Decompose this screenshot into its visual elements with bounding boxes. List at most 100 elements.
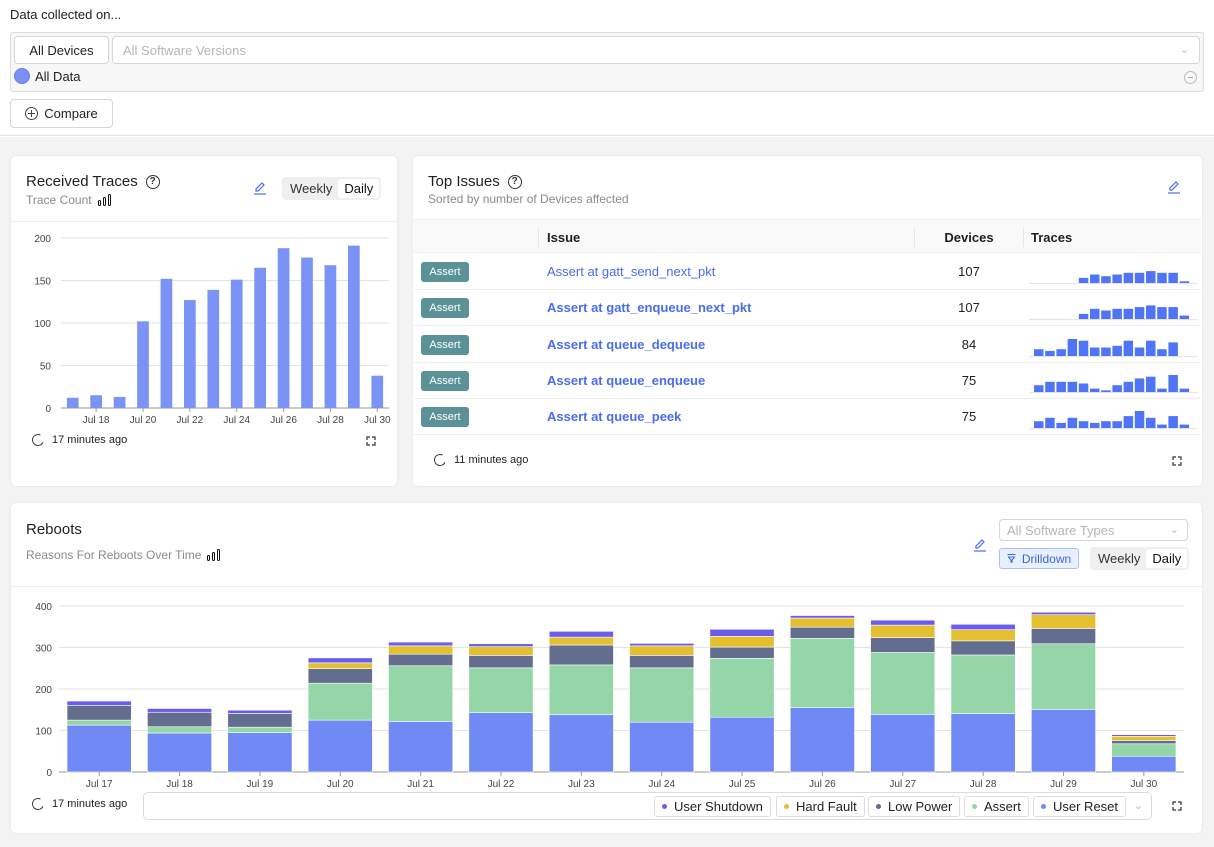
legend-item[interactable]: User Reset [1033, 796, 1127, 817]
chevron-down-icon[interactable]: ⌄ [1134, 799, 1143, 812]
issue-row[interactable]: Assert Assert at queue_enqueue 75 [414, 363, 1201, 399]
toggle-weekly[interactable]: Weekly [1092, 549, 1146, 568]
reboot-bar-user-reset [1111, 755, 1177, 773]
sparkline-bar [1134, 378, 1145, 392]
filter-box: All Devices All Software Versions ⌄ All … [10, 32, 1204, 92]
issues-refresh: 11 minutes ago [432, 452, 528, 468]
edit-icon[interactable] [253, 181, 267, 195]
legend-item[interactable]: Low Power [868, 796, 961, 817]
reboot-bar-hard-fault [468, 646, 534, 656]
sparkline-bar [1112, 274, 1122, 283]
sparkline-bar [1045, 417, 1055, 429]
issue-row[interactable]: Assert Assert at gatt_send_next_pkt 107 [414, 254, 1201, 290]
reboot-bar-low-power [147, 711, 212, 728]
legend-dot [662, 804, 667, 809]
sparkline-bar [1034, 385, 1044, 392]
expand-icon[interactable] [366, 436, 376, 446]
reboot-bar-assert [307, 682, 373, 721]
sparkline-bar [1045, 350, 1055, 356]
reboot-bar-assert [1031, 643, 1096, 710]
sparkline-bar [1146, 340, 1156, 356]
reboots-subtitle-text: Reasons For Reboots Over Time [26, 548, 202, 562]
column-traces[interactable]: Traces [1031, 230, 1072, 245]
reboot-bar-user-reset [870, 714, 936, 773]
legend-item[interactable]: Hard Fault [776, 796, 865, 817]
reboot-bar-hard-fault [307, 662, 373, 669]
issue-type-badge: Assert [421, 370, 469, 391]
all-devices-button[interactable]: All Devices [14, 36, 109, 64]
issue-link[interactable]: Assert at queue_enqueue [547, 373, 705, 388]
sparkline-bar [1112, 309, 1122, 320]
refresh-icon[interactable] [30, 432, 46, 448]
software-types-select[interactable]: All Software Types ⌄ [999, 519, 1188, 541]
issue-row[interactable]: Assert Assert at queue_dequeue 84 [414, 327, 1201, 363]
sparkline-bar [1056, 348, 1066, 356]
issue-type-badge: Assert [421, 262, 469, 282]
expand-icon[interactable] [1172, 801, 1182, 811]
traces-sparkline [1029, 374, 1197, 393]
reboots-refresh: 17 minutes ago [30, 796, 127, 812]
reboot-bar-user-shutdown [629, 643, 695, 647]
sparkline-bar [1168, 307, 1178, 320]
sparkline-bar [1168, 272, 1178, 283]
column-devices[interactable]: Devices [914, 230, 1024, 245]
trace-bar [90, 395, 102, 408]
sparkline-bar [1112, 385, 1122, 392]
edit-icon[interactable] [973, 538, 987, 552]
reboot-bar-hard-fault [388, 645, 454, 655]
issue-row[interactable]: Assert Assert at queue_peek 75 [414, 399, 1201, 436]
reboot-bar-low-power [629, 655, 695, 669]
x-tick-label: Jul 18 [166, 779, 193, 790]
device-count: 107 [958, 300, 980, 316]
chart-type-icon[interactable] [97, 194, 112, 206]
sparkline-bar [1123, 381, 1134, 392]
expand-icon[interactable] [1172, 456, 1182, 466]
traces-interval-toggle: Weekly Daily [282, 177, 382, 200]
x-tick-label: Jul 26 [809, 779, 836, 790]
issue-row[interactable]: Assert Assert at gatt_enqueue_next_pkt 107 [414, 290, 1201, 327]
toggle-daily[interactable]: Daily [338, 179, 380, 198]
chart-type-icon[interactable] [207, 549, 221, 561]
reboot-bar-hard-fault [1111, 736, 1177, 741]
sparkline-bar [1157, 307, 1167, 320]
issue-link[interactable]: Assert at gatt_enqueue_next_pkt [547, 300, 751, 315]
sparkline-bar [1179, 281, 1190, 283]
reboot-bar-low-power [227, 713, 293, 728]
x-tick-label: Jul 28 [317, 415, 344, 426]
reboot-bar-assert [709, 657, 775, 718]
reboot-bar-low-power [468, 655, 534, 669]
sparkline-bar [1101, 347, 1111, 356]
trace-bar [324, 265, 337, 408]
issue-link[interactable]: Assert at gatt_send_next_pkt [547, 264, 715, 279]
sparkline-bar [1034, 421, 1044, 429]
legend-dot [1041, 804, 1046, 809]
x-tick-label: Jul 17 [86, 779, 113, 790]
legend-label: Hard Fault [796, 799, 857, 814]
x-tick-label: Jul 18 [83, 415, 110, 426]
reboot-bar-low-power [388, 653, 454, 667]
software-versions-select[interactable]: All Software Versions ⌄ [112, 36, 1200, 64]
help-icon[interactable]: ? [145, 174, 160, 189]
refresh-icon[interactable] [30, 796, 46, 812]
remove-dataset-icon[interactable] [1184, 71, 1197, 84]
received-traces-subtitle: Trace Count [26, 193, 112, 207]
edit-icon[interactable] [1167, 180, 1181, 194]
refresh-icon[interactable] [432, 452, 448, 468]
filter-heading: Data collected on... [10, 7, 122, 22]
legend-item[interactable]: Assert [964, 796, 1029, 817]
column-issue[interactable]: Issue [547, 230, 580, 245]
issue-link[interactable]: Assert at queue_peek [547, 409, 681, 424]
toggle-daily[interactable]: Daily [1146, 549, 1188, 568]
sparkline-bar [1090, 423, 1100, 429]
issue-link[interactable]: Assert at queue_dequeue [547, 337, 705, 352]
toggle-weekly[interactable]: Weekly [284, 179, 338, 198]
help-icon[interactable]: ? [507, 174, 522, 189]
drilldown-button[interactable]: Drilldown [999, 548, 1079, 569]
column-divider [1023, 227, 1024, 247]
sparkline-bar [1078, 340, 1089, 356]
x-tick-label: Jul 27 [889, 779, 916, 790]
device-count: 75 [961, 372, 977, 388]
dataset-label: All Data [35, 68, 81, 84]
compare-button[interactable]: Compare [10, 99, 113, 128]
legend-item[interactable]: User Shutdown [654, 796, 771, 817]
